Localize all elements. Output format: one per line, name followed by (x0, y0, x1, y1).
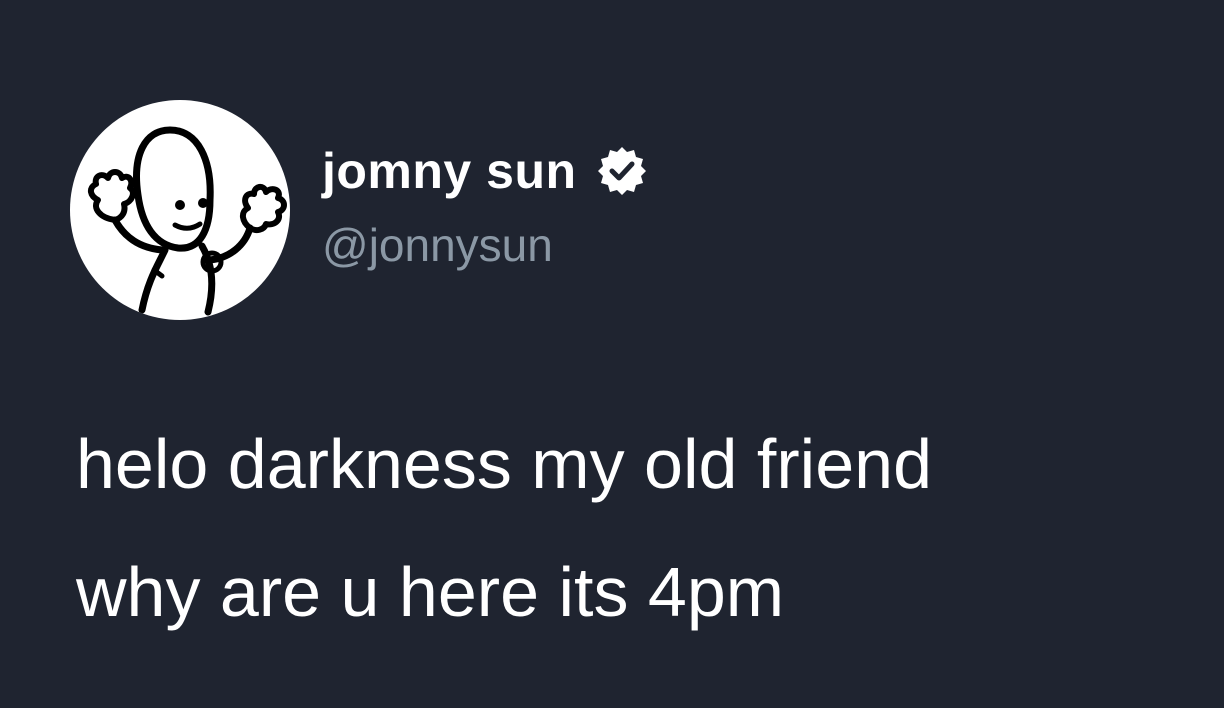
cartoon-character-avatar-icon (88, 126, 287, 316)
author-avatar[interactable] (70, 100, 290, 320)
author-name-row: jomny sun (322, 136, 649, 206)
author-display-name[interactable]: jomny sun (322, 146, 577, 196)
verified-badge-icon (595, 144, 649, 198)
tweet-card: jomny sun @jonnysun helo darkness my old… (0, 0, 1224, 708)
tweet-body: helo darkness my old friend why are u he… (76, 400, 1176, 656)
author-handle[interactable]: @jonnysun (322, 222, 553, 268)
tweet-text-line-1: helo darkness my old friend (76, 425, 932, 503)
tweet-text-line-2: why are u here its 4pm (76, 553, 785, 631)
